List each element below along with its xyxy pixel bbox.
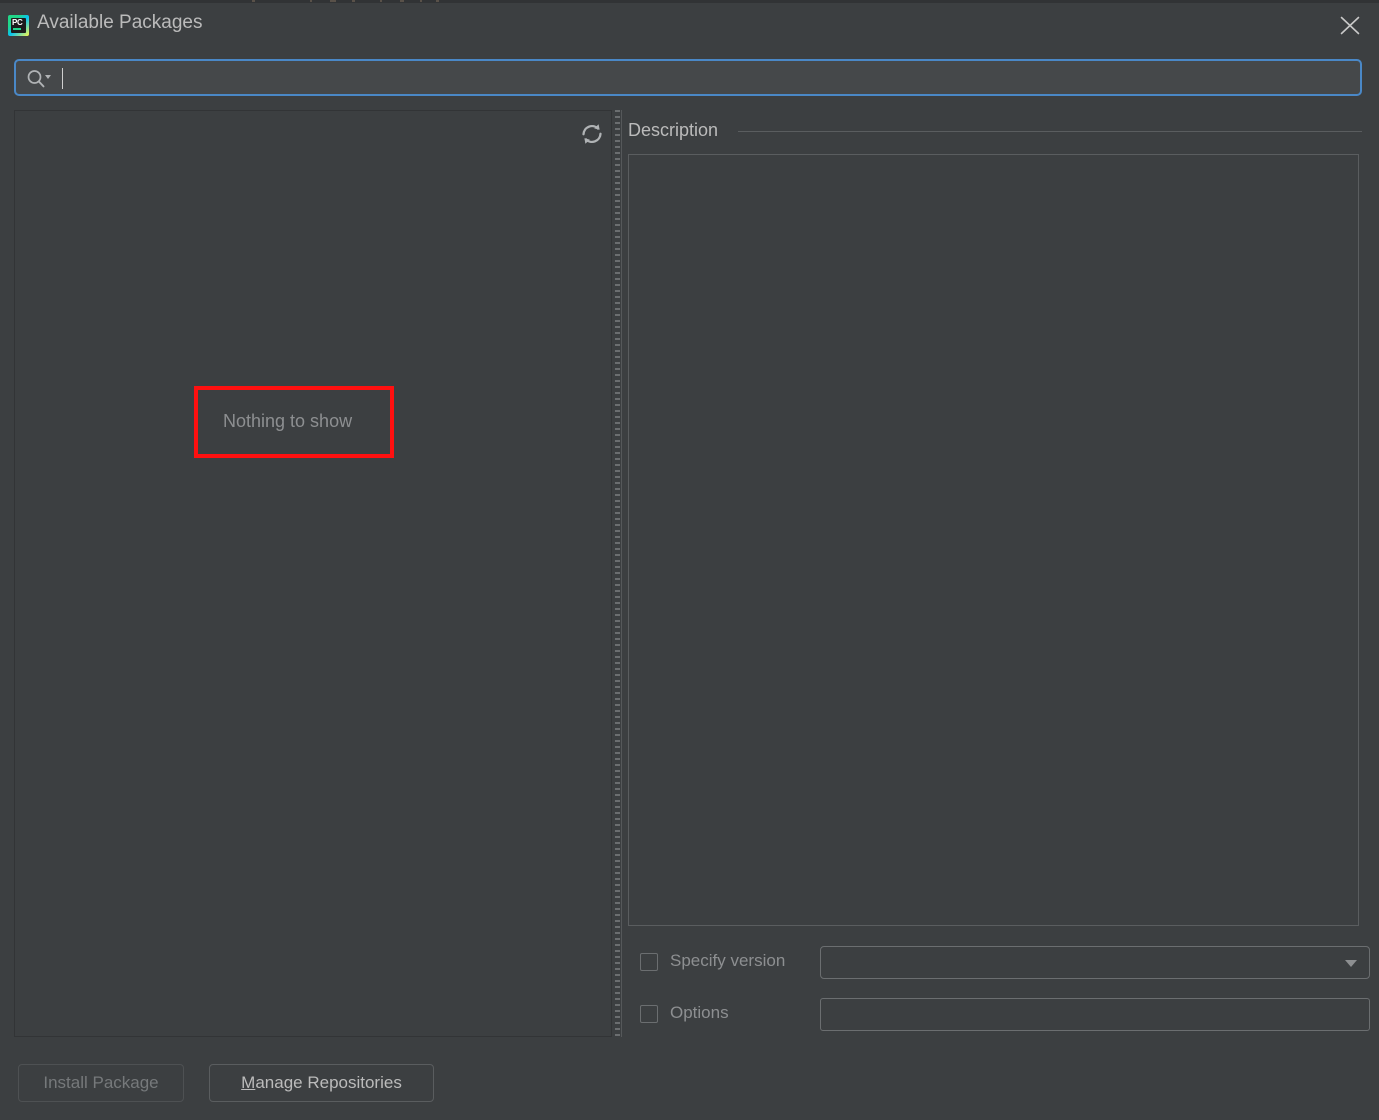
options-label: Options [670, 1003, 729, 1023]
pycharm-icon: PC [8, 15, 29, 36]
install-package-button[interactable]: Install Package [18, 1064, 184, 1102]
manage-repositories-mnemonic: M [241, 1073, 255, 1093]
options-input[interactable] [820, 998, 1370, 1031]
close-icon[interactable] [1321, 3, 1379, 47]
description-body [628, 154, 1359, 926]
search-input[interactable] [66, 61, 1356, 94]
pycharm-icon-text: PC [12, 18, 23, 27]
manage-repositories-label: anage Repositories [255, 1073, 401, 1093]
refresh-icon[interactable] [578, 120, 606, 148]
install-package-label: Install Package [43, 1073, 158, 1093]
specify-version-row: Specify version [640, 946, 1362, 978]
title-bar: PC Available Packages [0, 3, 1379, 47]
page-title: Available Packages [37, 12, 202, 34]
specify-version-combobox[interactable] [820, 946, 1370, 979]
search-text-caret [62, 68, 63, 89]
description-header: Description [628, 120, 1362, 142]
splitter-grip-icon [615, 110, 620, 1037]
splitter-edge [621, 110, 622, 1037]
specify-version-label: Specify version [670, 951, 785, 971]
specify-version-checkbox[interactable] [640, 953, 658, 971]
empty-state-label: Nothing to show [223, 411, 352, 432]
description-separator [738, 131, 1362, 132]
options-checkbox[interactable] [640, 1005, 658, 1023]
available-packages-dialog: PC Available Packages [0, 0, 1379, 1120]
description-panel: Description Specify version Options [628, 110, 1362, 1037]
package-list-panel[interactable]: Nothing to show [14, 110, 612, 1037]
description-label: Description [628, 120, 726, 141]
search-field[interactable] [14, 59, 1362, 96]
chevron-down-icon[interactable] [1345, 960, 1357, 967]
panel-splitter[interactable] [612, 110, 624, 1037]
manage-repositories-button[interactable]: Manage Repositories [209, 1064, 434, 1102]
options-row: Options [640, 998, 1362, 1030]
search-icon[interactable] [26, 69, 52, 89]
